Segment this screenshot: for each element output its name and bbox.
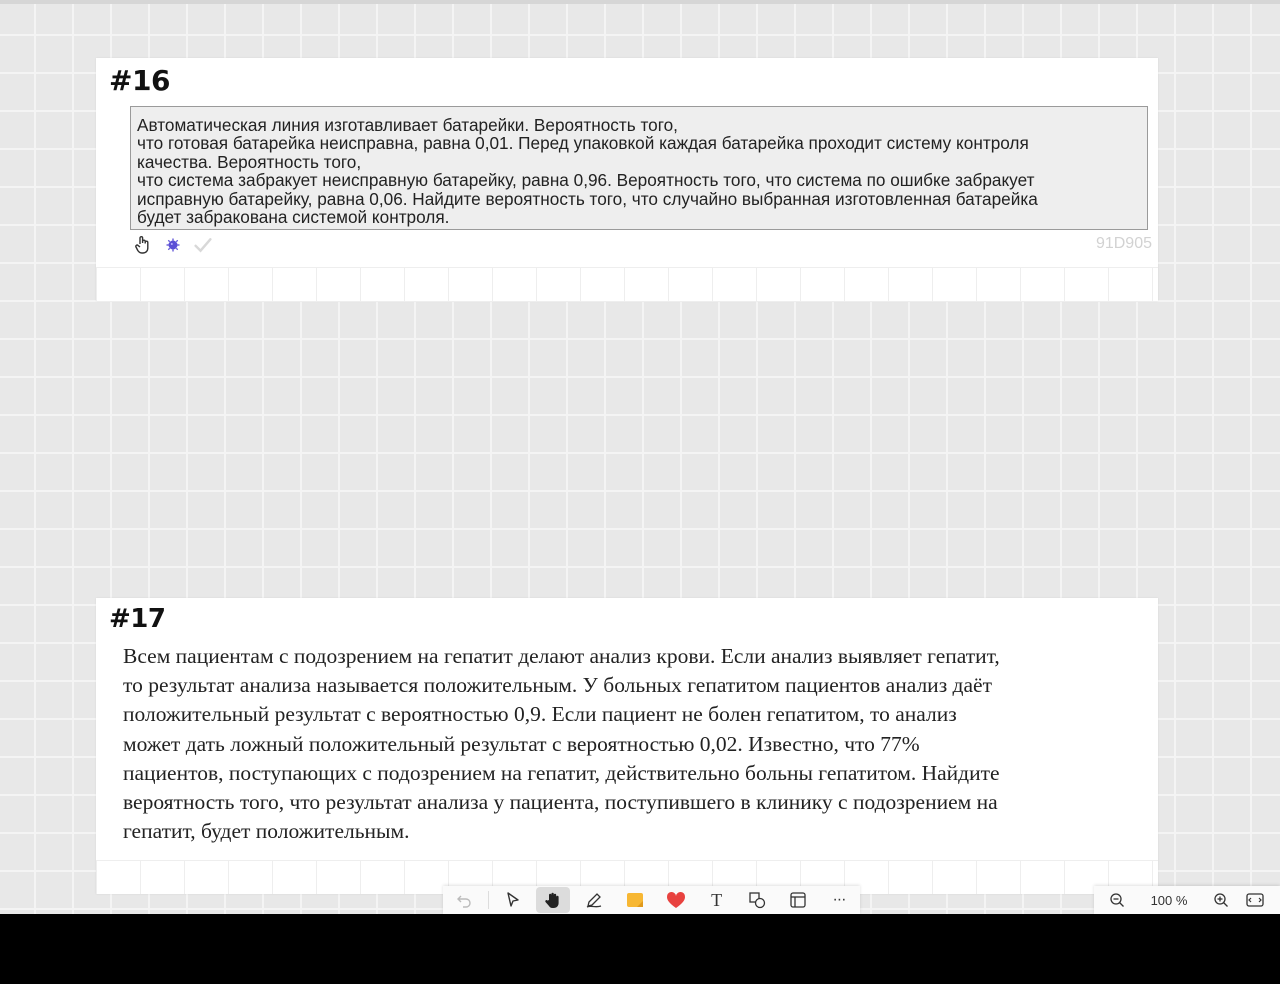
zoom-out-icon[interactable] — [1100, 887, 1134, 913]
sticky-note-icon[interactable] — [618, 887, 652, 913]
fit-to-screen-icon[interactable] — [1238, 887, 1272, 913]
toolbar-divider — [487, 891, 489, 909]
card-grid-strip — [96, 267, 1158, 301]
heart-icon[interactable] — [659, 887, 693, 913]
select-icon[interactable] — [496, 887, 530, 913]
text-tool-label: T — [711, 889, 723, 910]
problem-text-line: может дать ложный положительный результа… — [123, 731, 920, 756]
bottom-toolbar: T ··· — [443, 886, 860, 914]
problem-number-title: #16 — [109, 64, 170, 97]
problem-text-line: Автоматическая линия изготавливает батар… — [137, 115, 678, 135]
problem-text-line: гепатит, будет положительным. — [123, 819, 410, 844]
problem-text-line: что система забракует неисправную батаре… — [137, 170, 1035, 191]
problem-card-17[interactable]: #17 Всем пациентам с подозрением на гепа… — [96, 598, 1158, 894]
zoom-controls: 100 % — [1094, 886, 1280, 914]
problem-text-line: исправную батарейку, равна 0,06. Найдите… — [137, 188, 1038, 209]
top-border — [0, 0, 1280, 4]
hand-icon[interactable] — [536, 887, 571, 913]
problem-text-line: пациентов, поступающих с подозрением на … — [123, 760, 1000, 785]
more-label: ··· — [832, 891, 846, 908]
problem-text-line: Всем пациентам с подозрением на гепатит … — [123, 644, 1000, 668]
undo-icon[interactable] — [447, 887, 481, 913]
problem-text-line: будет забракована системой контроля. — [137, 207, 450, 228]
problem-text-box[interactable]: Автоматическая линия изготавливает батар… — [130, 106, 1148, 230]
problem-card-16[interactable]: #16 Автоматическая линия изготавливает б… — [96, 58, 1158, 301]
zoom-in-icon[interactable] — [1204, 887, 1238, 913]
hand-pointer-icon[interactable] — [134, 236, 152, 254]
frame-icon[interactable] — [781, 887, 815, 913]
problem-number-title: #17 — [109, 604, 166, 634]
virus-icon[interactable] — [164, 236, 182, 254]
problem-text-line: то результат анализа называется положите… — [123, 673, 992, 698]
problem-tools — [134, 234, 212, 256]
problem-code: 91D905 — [1095, 235, 1152, 252]
pen-icon[interactable] — [577, 887, 611, 913]
checkmark-icon[interactable] — [194, 236, 212, 254]
shapes-icon[interactable] — [740, 887, 774, 913]
problem-text-line: качества. Вероятность того, — [137, 151, 362, 172]
more-icon[interactable]: ··· — [822, 887, 856, 913]
problem-text-line: что готовая батарейка неисправна, равна … — [137, 133, 1029, 154]
screen-bottom-bar — [0, 914, 1280, 984]
problem-text[interactable]: Всем пациентам с подозрением на гепатит … — [123, 642, 1123, 846]
problem-text-line: вероятность того, что результат анализа … — [123, 790, 998, 815]
text-icon[interactable]: T — [700, 887, 734, 913]
zoom-level[interactable]: 100 % — [1134, 893, 1204, 908]
problem-text-line: положительный результат с вероятностью 0… — [123, 702, 957, 727]
